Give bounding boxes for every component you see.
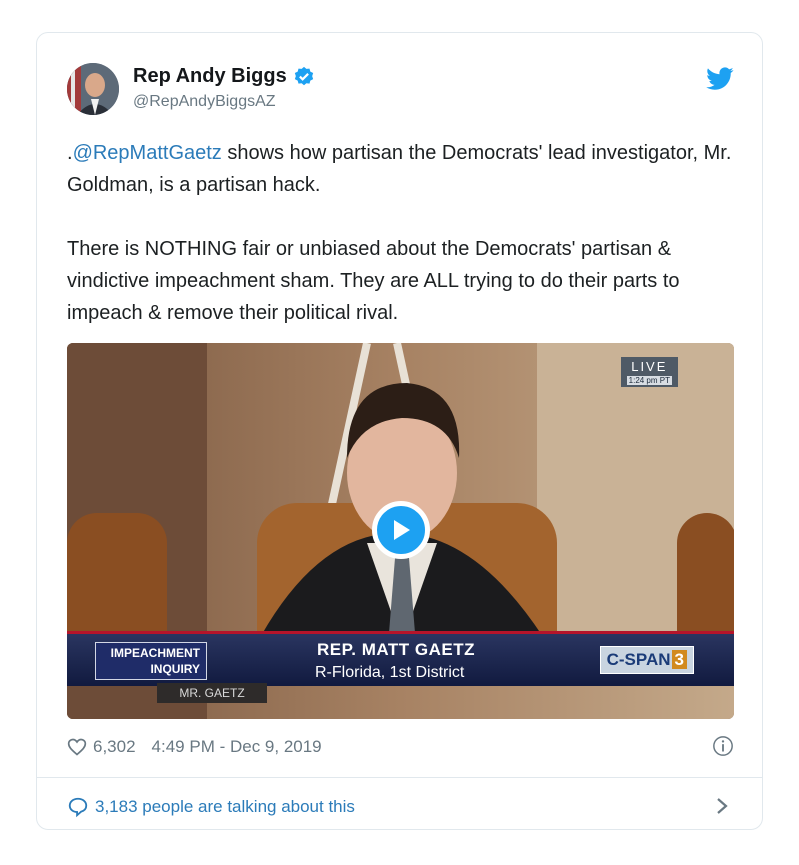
chyron-left-line1: IMPEACHMENT bbox=[110, 646, 200, 660]
live-label: LIVE bbox=[631, 359, 668, 374]
chyron-bar: IMPEACHMENT INQUIRY REP. MATT GAETZ R-Fl… bbox=[67, 631, 734, 686]
chyron-left-box: IMPEACHMENT INQUIRY bbox=[95, 642, 207, 680]
author-handle[interactable]: @RepAndyBiggsAZ bbox=[133, 93, 276, 111]
twitter-bird-icon[interactable] bbox=[706, 67, 734, 91]
chyron-subtitle: R-Florida, 1st District bbox=[315, 664, 465, 681]
avatar-image bbox=[67, 63, 119, 115]
comment-bubble-icon bbox=[68, 797, 88, 818]
tweet-text: .@RepMattGaetz shows how partisan the De… bbox=[67, 137, 737, 329]
live-badge: LIVE 1:24 pm PT bbox=[620, 357, 678, 387]
play-icon bbox=[394, 520, 410, 540]
tweet-timestamp[interactable]: 4:49 PM - Dec 9, 2019 bbox=[152, 737, 322, 757]
tweet-paragraph-2: There is NOTHING fair or unbiased about … bbox=[67, 238, 680, 324]
video-player[interactable]: LIVE 1:24 pm PT IMPEACHMENT INQUIRY REP.… bbox=[67, 343, 734, 719]
divider bbox=[37, 777, 762, 778]
like-count[interactable]: 6,302 bbox=[93, 737, 136, 757]
conversation-count[interactable]: 3,183 people are talking about this bbox=[95, 797, 355, 817]
info-icon[interactable] bbox=[712, 735, 734, 757]
author-display-name[interactable]: Rep Andy Biggs bbox=[133, 65, 287, 88]
chevron-right-icon[interactable] bbox=[714, 795, 730, 817]
live-time: 1:24 pm PT bbox=[626, 376, 672, 385]
tweet-meta: 6,302 4:49 PM - Dec 9, 2019 bbox=[67, 733, 734, 761]
heart-icon[interactable] bbox=[67, 737, 87, 757]
mention-link[interactable]: @RepMattGaetz bbox=[73, 142, 222, 164]
avatar[interactable] bbox=[67, 63, 119, 115]
conversation-link[interactable]: 3,183 people are talking about this bbox=[67, 793, 355, 821]
verified-badge-icon bbox=[294, 66, 313, 85]
chyron-left-line2: INQUIRY bbox=[150, 662, 200, 676]
network-number: 3 bbox=[671, 650, 687, 669]
play-button[interactable] bbox=[372, 501, 430, 559]
network-logo: C-SPAN 3 bbox=[599, 646, 694, 674]
nameplate: MR. GAETZ bbox=[157, 683, 267, 703]
tweet-card: Rep Andy Biggs @RepAndyBiggsAZ .@RepMatt… bbox=[36, 32, 763, 830]
chyron-name: REP. MATT GAETZ bbox=[317, 640, 475, 659]
network-name: C-SPAN bbox=[606, 650, 671, 669]
author-name-row[interactable]: Rep Andy Biggs bbox=[133, 65, 315, 88]
